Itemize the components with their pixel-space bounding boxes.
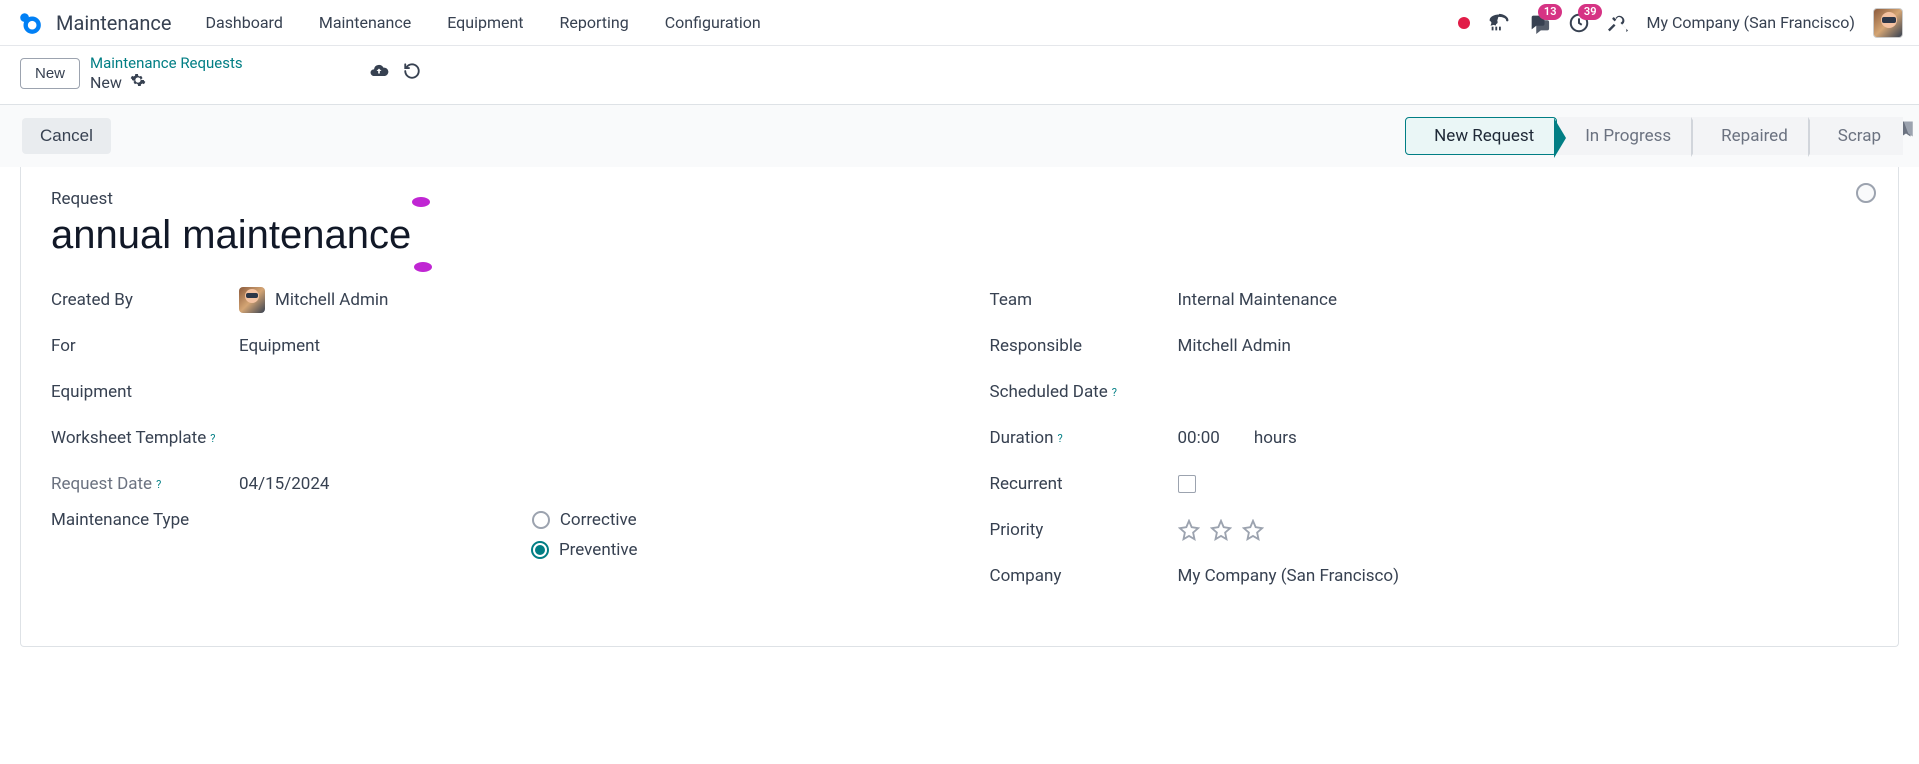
title-wrap (51, 213, 751, 258)
recurrent-checkbox[interactable] (1178, 475, 1196, 493)
value-responsible[interactable]: Mitchell Admin (1178, 336, 1869, 356)
label-recurrent: Recurrent (990, 474, 1178, 494)
messages-badge: 13 (1538, 4, 1563, 20)
form-columns: Created By Mitchell Admin For Equipment … (51, 280, 1868, 602)
row-responsible: Responsible Mitchell Admin (990, 326, 1869, 366)
status-row: Cancel New Request In Progress Repaired … (0, 105, 1919, 167)
status-scrap[interactable]: Scrap (1810, 117, 1903, 155)
label-company: Company (990, 566, 1178, 586)
nav-reporting[interactable]: Reporting (548, 7, 641, 38)
label-worksheet-template: Worksheet Template ? (51, 428, 239, 448)
maintenance-type-radio-group: Corrective Preventive (239, 510, 930, 560)
value-team[interactable]: Internal Maintenance (1178, 290, 1869, 310)
help-icon[interactable]: ? (156, 478, 161, 491)
call-icon[interactable] (1488, 12, 1510, 34)
label-responsible: Responsible (990, 336, 1178, 356)
discard-icon[interactable] (403, 62, 421, 84)
app-name[interactable]: Maintenance (56, 11, 171, 35)
row-worksheet-template: Worksheet Template ? (51, 418, 930, 458)
row-company: Company My Company (San Francisco) (990, 556, 1869, 596)
row-maintenance-type: Maintenance Type Corrective Preventive (51, 510, 930, 560)
user-avatar[interactable] (1873, 8, 1903, 38)
save-indicator (369, 61, 421, 85)
top-navbar: Maintenance Dashboard Maintenance Equipm… (0, 0, 1919, 46)
left-column: Created By Mitchell Admin For Equipment … (51, 280, 930, 602)
created-by-avatar-icon (239, 287, 265, 313)
label-request-date: Request Date ? (51, 474, 239, 494)
request-title-input[interactable] (51, 213, 751, 258)
nav-equipment[interactable]: Equipment (435, 7, 535, 38)
tools-icon[interactable] (1608, 13, 1628, 33)
breadcrumb-current: New (90, 73, 122, 92)
value-created-by[interactable]: Mitchell Admin (239, 287, 930, 313)
kanban-state-icon[interactable] (1856, 183, 1876, 203)
nav-configuration[interactable]: Configuration (653, 7, 773, 38)
status-new-request[interactable]: New Request (1405, 117, 1557, 155)
breadcrumb-parent[interactable]: Maintenance Requests (90, 54, 243, 72)
value-request-date[interactable]: 04/15/2024 (239, 474, 930, 494)
label-equipment: Equipment (51, 382, 239, 402)
cloud-save-icon[interactable] (369, 61, 389, 85)
value-company[interactable]: My Company (San Francisco) (1178, 566, 1869, 586)
company-selector[interactable]: My Company (San Francisco) (1646, 13, 1855, 32)
new-button[interactable]: New (20, 58, 80, 89)
row-team: Team Internal Maintenance (990, 280, 1869, 320)
radio-preventive[interactable]: Preventive (531, 540, 638, 560)
label-created-by: Created By (51, 290, 239, 310)
status-bar: New Request In Progress Repaired Scrap (1405, 117, 1903, 155)
label-duration: Duration ? (990, 428, 1178, 448)
radio-corrective[interactable]: Corrective (532, 510, 637, 530)
cancel-button[interactable]: Cancel (22, 118, 111, 154)
label-scheduled-date: Scheduled Date ? (990, 382, 1178, 402)
status-repaired[interactable]: Repaired (1693, 117, 1810, 155)
help-icon[interactable]: ? (210, 432, 215, 445)
row-recurrent: Recurrent (990, 464, 1869, 504)
nav-dashboard[interactable]: Dashboard (193, 7, 294, 38)
row-for: For Equipment (51, 326, 930, 366)
row-created-by: Created By Mitchell Admin (51, 280, 930, 320)
activities-icon[interactable]: 39 (1568, 12, 1590, 34)
radio-circle-icon (532, 511, 550, 529)
breadcrumb: Maintenance Requests New (90, 54, 243, 92)
value-duration[interactable]: 00:00 hours (1178, 428, 1869, 448)
action-bar: New Maintenance Requests New (0, 46, 1919, 96)
gear-icon[interactable] (130, 72, 146, 92)
breadcrumb-current-row: New (90, 72, 243, 92)
star-icon[interactable] (1178, 519, 1200, 541)
priority-stars (1178, 519, 1869, 541)
label-priority: Priority (990, 520, 1178, 540)
recording-indicator-icon[interactable] (1458, 17, 1470, 29)
status-in-progress[interactable]: In Progress (1557, 117, 1693, 155)
radio-circle-icon (531, 541, 549, 559)
collaborator-cursor-icon (413, 260, 431, 272)
help-icon[interactable]: ? (1057, 432, 1062, 445)
navbar-right: 13 39 My Company (San Francisco) (1458, 8, 1903, 38)
request-label: Request (51, 189, 1868, 209)
collaborator-cursor-icon (411, 195, 429, 207)
navbar-left: Maintenance Dashboard Maintenance Equipm… (16, 7, 773, 38)
app-logo-icon[interactable] (16, 9, 44, 37)
row-scheduled-date: Scheduled Date ? (990, 372, 1869, 412)
row-request-date: Request Date ? 04/15/2024 (51, 464, 930, 504)
help-icon[interactable]: ? (1112, 386, 1117, 399)
form-sheet: Request Created By Mitchell Admin For Eq… (20, 167, 1899, 647)
label-team: Team (990, 290, 1178, 310)
row-priority: Priority (990, 510, 1869, 550)
star-icon[interactable] (1242, 519, 1264, 541)
label-maintenance-type: Maintenance Type (51, 510, 239, 530)
nav-maintenance[interactable]: Maintenance (307, 7, 423, 38)
right-column: Team Internal Maintenance Responsible Mi… (990, 280, 1869, 602)
value-for[interactable]: Equipment (239, 336, 930, 356)
star-icon[interactable] (1210, 519, 1232, 541)
row-duration: Duration ? 00:00 hours (990, 418, 1869, 458)
messages-icon[interactable]: 13 (1528, 12, 1550, 34)
value-recurrent (1178, 475, 1869, 493)
label-for: For (51, 336, 239, 356)
row-equipment: Equipment (51, 372, 930, 412)
activities-badge: 39 (1578, 4, 1603, 20)
